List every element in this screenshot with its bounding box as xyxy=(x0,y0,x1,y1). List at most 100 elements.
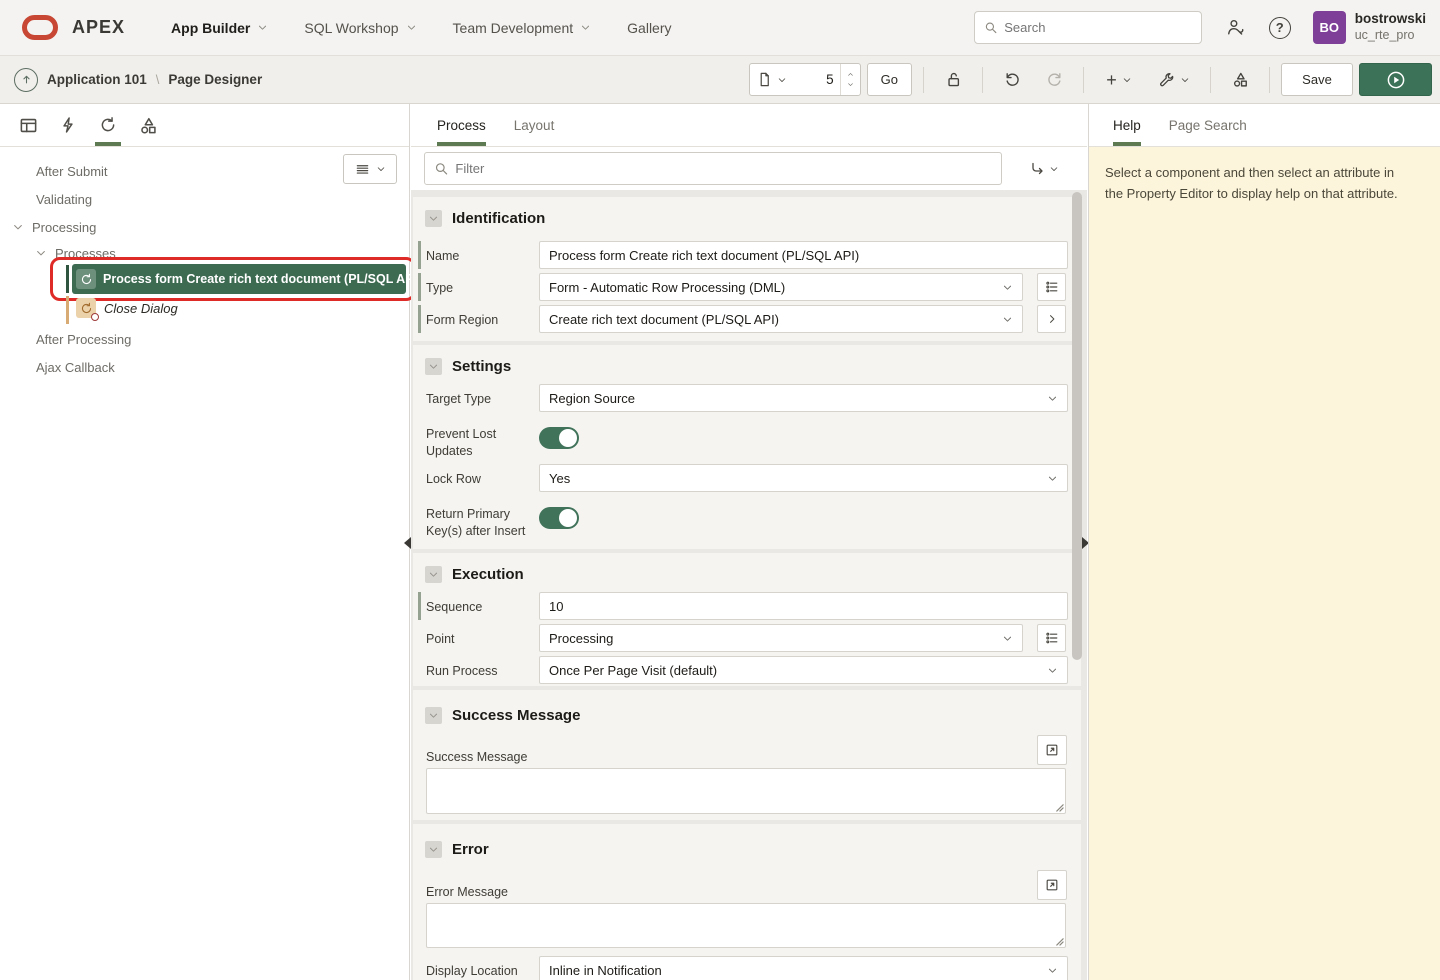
display-location-select[interactable]: Inline in Notification xyxy=(539,956,1068,980)
tab-dynamic-actions[interactable] xyxy=(48,104,88,146)
save-button[interactable]: Save xyxy=(1281,63,1353,96)
resize-grip-icon[interactable] xyxy=(1055,803,1064,812)
filter-box[interactable] xyxy=(424,152,1002,185)
type-quick-pick-button[interactable] xyxy=(1037,273,1066,301)
error-message-textarea-wrap xyxy=(426,903,1066,948)
divider xyxy=(982,67,983,93)
point-quick-pick-button[interactable] xyxy=(1037,624,1066,652)
name-input[interactable] xyxy=(549,248,1058,263)
section-title: Identification xyxy=(452,210,545,227)
tab-page-shared-components[interactable] xyxy=(128,104,168,146)
breadcrumb-app[interactable]: Application 101 xyxy=(47,72,147,87)
chevron-down-icon xyxy=(257,22,268,33)
success-message-expand-button[interactable] xyxy=(1037,735,1067,765)
chevron-down-icon xyxy=(376,164,386,174)
tab-process[interactable]: Process xyxy=(423,104,500,146)
run-process-select[interactable]: Once Per Page Visit (default) xyxy=(539,656,1068,684)
tree-node-ajax-callback[interactable]: Ajax Callback xyxy=(36,353,115,381)
unlock-icon xyxy=(945,71,962,88)
tab-page-search[interactable]: Page Search xyxy=(1155,104,1261,146)
page-number-stepper[interactable] xyxy=(840,64,860,95)
lock-row-select[interactable]: Yes xyxy=(539,464,1068,492)
nav-app-builder[interactable]: App Builder xyxy=(157,10,282,46)
nav-sql-workshop[interactable]: SQL Workshop xyxy=(290,10,430,46)
tree-node-close-dialog[interactable]: Close Dialog xyxy=(76,294,178,322)
field-label: Name xyxy=(426,241,534,265)
section-execution: Execution Sequence Point Processing xyxy=(413,553,1081,686)
collapse-button[interactable] xyxy=(425,841,442,858)
field-name: Name xyxy=(413,241,1068,269)
page-number-input[interactable] xyxy=(794,64,840,95)
undo-icon xyxy=(1004,71,1021,88)
toolbar-actions: Go + xyxy=(749,63,1432,96)
target-type-select[interactable]: Region Source xyxy=(539,384,1068,412)
undo-button[interactable] xyxy=(994,63,1030,96)
go-to-group-button[interactable] xyxy=(1029,161,1059,177)
process-status-bar xyxy=(66,265,69,293)
field-label: Error Message xyxy=(426,877,534,901)
nav-gallery[interactable]: Gallery xyxy=(613,10,685,46)
type-select[interactable]: Form - Automatic Row Processing (DML) xyxy=(539,273,1023,301)
go-to-region-button[interactable] xyxy=(1037,305,1066,333)
chevron-down-icon xyxy=(428,213,439,224)
help-text: Select a component and then select an at… xyxy=(1105,163,1405,205)
tree-menu-button[interactable] xyxy=(343,154,397,184)
tab-layout[interactable]: Layout xyxy=(500,104,569,146)
utilities-menu-button[interactable] xyxy=(1149,63,1199,96)
rendering-tree-panel: After Submit Validating Processing Proce… xyxy=(0,104,410,980)
nav-team-development[interactable]: Team Development xyxy=(439,10,606,46)
tree-node-after-submit[interactable]: After Submit xyxy=(36,157,108,185)
resize-grip-icon[interactable] xyxy=(1055,937,1064,946)
field-type: Type Form - Automatic Row Processing (DM… xyxy=(413,273,1068,301)
save-and-run-button[interactable] xyxy=(1359,63,1432,96)
collapse-button[interactable] xyxy=(425,358,442,375)
up-arrow-button[interactable] xyxy=(14,68,38,92)
user-meta: bostrowski uc_rte_pro xyxy=(1355,11,1426,44)
error-message-textarea[interactable] xyxy=(427,904,1065,947)
user-workspace: uc_rte_pro xyxy=(1355,28,1426,44)
tree-node-processes[interactable]: Processes xyxy=(35,241,116,265)
search-input[interactable] xyxy=(1004,20,1191,35)
tab-help[interactable]: Help xyxy=(1099,104,1155,146)
field-label: Sequence xyxy=(426,592,534,616)
form-region-select[interactable]: Create rich text document (PL/SQL API) xyxy=(539,305,1023,333)
section-header: Success Message xyxy=(425,704,580,726)
help-button[interactable]: ? xyxy=(1269,17,1291,39)
tab-processing[interactable] xyxy=(88,104,128,146)
point-select[interactable]: Processing xyxy=(539,624,1023,652)
collapse-left-panel-handle[interactable] xyxy=(404,537,411,549)
sequence-input[interactable] xyxy=(549,599,1058,614)
collapse-button[interactable] xyxy=(425,707,442,724)
shared-components-button[interactable] xyxy=(1222,63,1258,96)
error-message-expand-button[interactable] xyxy=(1037,870,1067,900)
administration-button[interactable] xyxy=(1226,18,1245,37)
tree-node-processing[interactable]: Processing xyxy=(12,213,96,241)
collapse-button[interactable] xyxy=(425,566,442,583)
tree-node-selected-process[interactable]: Process form Create rich text document (… xyxy=(72,264,406,294)
success-message-textarea[interactable] xyxy=(427,769,1065,813)
page-finder-button[interactable] xyxy=(750,64,794,95)
tree-node-validating[interactable]: Validating xyxy=(36,185,92,213)
filter-input[interactable] xyxy=(455,161,992,176)
prevent-lost-updates-toggle[interactable] xyxy=(539,427,579,449)
lock-page-button[interactable] xyxy=(935,63,971,96)
tree-node-after-processing[interactable]: After Processing xyxy=(36,325,131,353)
collapse-button[interactable] xyxy=(425,210,442,227)
changed-indicator xyxy=(418,241,421,269)
question-icon: ? xyxy=(1269,17,1291,39)
section-error: Error Error Message Display Location Inl… xyxy=(413,824,1081,980)
global-search[interactable] xyxy=(974,11,1202,44)
vertical-scrollbar[interactable] xyxy=(1072,192,1082,660)
user-avatar[interactable]: BO xyxy=(1313,11,1346,44)
chevron-down-icon xyxy=(1047,473,1058,484)
create-menu-button[interactable]: + xyxy=(1095,63,1143,96)
divider xyxy=(1210,67,1211,93)
chevron-up-icon xyxy=(846,71,855,78)
field-label: Display Location xyxy=(426,956,534,980)
redo-button[interactable] xyxy=(1036,63,1072,96)
section-header: Error xyxy=(425,838,489,860)
tab-rendering[interactable] xyxy=(8,104,48,146)
return-arrow-icon xyxy=(1029,161,1045,177)
return-primary-key-toggle[interactable] xyxy=(539,507,579,529)
go-button[interactable]: Go xyxy=(867,63,912,96)
